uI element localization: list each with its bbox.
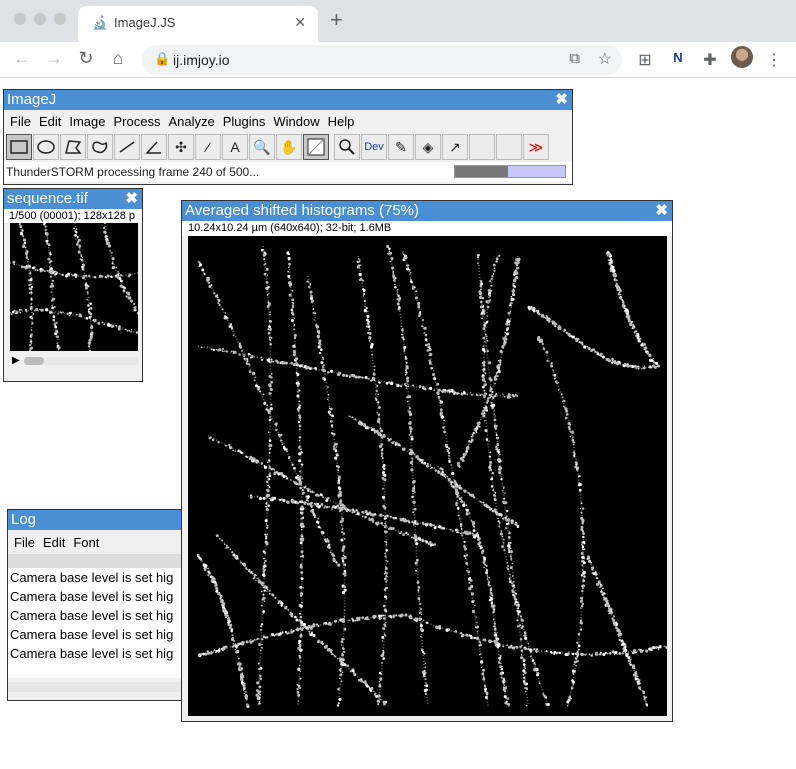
play-icon[interactable]: ▶ bbox=[12, 355, 20, 366]
menu-image[interactable]: Image bbox=[65, 114, 109, 129]
hand-tool-icon[interactable]: ✋ bbox=[276, 134, 302, 160]
point-tool-icon[interactable]: ✣ bbox=[168, 134, 194, 160]
minimize-window-button[interactable] bbox=[34, 13, 46, 25]
tab-strip: 🔬 ImageJ.JS ✕ + bbox=[0, 0, 796, 42]
back-arrow-icon[interactable]: ← bbox=[10, 48, 34, 69]
log-text-area[interactable]: Camera base level is set hig Camera base… bbox=[8, 568, 186, 678]
frame-slider[interactable]: ▶ bbox=[4, 351, 142, 371]
open-external-icon[interactable]: ⧉ bbox=[569, 50, 580, 67]
menu-file[interactable]: File bbox=[6, 114, 35, 129]
menu-help[interactable]: Help bbox=[324, 114, 359, 129]
log-line: Camera base level is set hig bbox=[10, 570, 174, 585]
maximize-window-button[interactable] bbox=[54, 13, 66, 25]
imagej-menubar: File Edit Image Process Analyze Plugins … bbox=[4, 110, 572, 132]
imagej-title: ImageJ bbox=[7, 91, 57, 108]
search-tool-icon[interactable] bbox=[334, 134, 360, 160]
magnifier-tool-icon[interactable]: 🔍 bbox=[249, 134, 275, 160]
super-resolution-image bbox=[197, 244, 667, 708]
empty-tool-slot[interactable] bbox=[496, 134, 522, 160]
progress-fill bbox=[455, 166, 508, 177]
text-tool-icon[interactable]: A bbox=[222, 134, 248, 160]
imagej-main-window: ImageJ ✖ File Edit Image Process Analyze… bbox=[3, 89, 573, 185]
empty-tool-slot[interactable] bbox=[469, 134, 495, 160]
log-horizontal-scrollbar[interactable] bbox=[8, 682, 186, 692]
log-window: Log File Edit Font Camera base level is … bbox=[7, 509, 187, 701]
more-tools-icon[interactable]: ≫ bbox=[523, 134, 549, 160]
address-bar[interactable]: 🔒 ij.imjoy.io ⧉ ☆ bbox=[142, 45, 622, 75]
reload-icon[interactable]: ↻ bbox=[74, 48, 98, 69]
line-tool-icon[interactable] bbox=[114, 134, 140, 160]
profile-avatar[interactable] bbox=[731, 46, 753, 68]
dev-tool-button[interactable]: Dev bbox=[361, 134, 387, 160]
browser-window: 🔬 ImageJ.JS ✕ + ← → ↻ ⌂ 🔒 ij.imjoy.io ⧉ … bbox=[0, 0, 796, 769]
menu-plugins[interactable]: Plugins bbox=[219, 114, 270, 129]
averaged-titlebar[interactable]: Averaged shifted histograms (75%) ✖ bbox=[182, 201, 672, 221]
wand-tool-icon[interactable]: ⁄ bbox=[195, 134, 221, 160]
close-icon[interactable]: ✖ bbox=[555, 90, 568, 110]
menu-analyze[interactable]: Analyze bbox=[164, 114, 218, 129]
rectangle-tool-icon[interactable] bbox=[6, 134, 32, 160]
log-menu-font[interactable]: Font bbox=[69, 535, 103, 550]
sequence-titlebar[interactable]: sequence.tif ✖ bbox=[4, 189, 142, 209]
log-menu-edit[interactable]: Edit bbox=[39, 535, 69, 550]
averaged-title: Averaged shifted histograms (75%) bbox=[185, 202, 420, 219]
more-tools-label: ≫ bbox=[528, 138, 544, 155]
oval-tool-icon[interactable] bbox=[33, 134, 59, 160]
status-bar: ThunderSTORM processing frame 240 of 500… bbox=[4, 162, 572, 182]
log-separator bbox=[8, 554, 186, 568]
arrow-tool-icon[interactable]: ↗ bbox=[442, 134, 468, 160]
angle-tool-icon[interactable] bbox=[141, 134, 167, 160]
log-title: Log bbox=[11, 511, 37, 528]
screenshot-extension-icon[interactable]: ⊞ bbox=[634, 50, 656, 70]
log-titlebar[interactable]: Log bbox=[8, 510, 186, 530]
log-menu-file[interactable]: File bbox=[10, 535, 39, 550]
color-picker-tool-icon[interactable] bbox=[303, 134, 329, 160]
status-text: ThunderSTORM processing frame 240 of 500… bbox=[6, 165, 260, 179]
progress-bar bbox=[454, 165, 566, 178]
menu-edit[interactable]: Edit bbox=[35, 114, 65, 129]
close-window-button[interactable] bbox=[14, 13, 26, 25]
close-icon[interactable]: ✖ bbox=[125, 189, 138, 209]
sequence-image-window: sequence.tif ✖ 1/500 (00001); 128x128 p … bbox=[3, 188, 143, 382]
log-line: Camera base level is set hig bbox=[10, 627, 174, 642]
home-icon[interactable]: ⌂ bbox=[106, 48, 130, 69]
averaged-image-canvas[interactable] bbox=[188, 236, 667, 716]
freehand-tool-icon[interactable] bbox=[87, 134, 113, 160]
imagej-toolbar: ✣ ⁄ A 🔍 ✋ Dev ✎ ◈ ↗ ≫ bbox=[4, 132, 572, 162]
averaged-histograms-window: Averaged shifted histograms (75%) ✖ 10.2… bbox=[181, 200, 673, 722]
url-text[interactable]: ij.imjoy.io bbox=[173, 52, 230, 68]
tab-title: ImageJ.JS bbox=[114, 15, 176, 30]
brush-tool-icon[interactable]: ✎ bbox=[388, 134, 414, 160]
log-menubar: File Edit Font bbox=[8, 530, 186, 554]
microscope-icon: 🔬 bbox=[92, 15, 109, 30]
polygon-tool-icon[interactable] bbox=[60, 134, 86, 160]
close-tab-icon[interactable]: ✕ bbox=[294, 14, 306, 31]
menu-window[interactable]: Window bbox=[269, 114, 323, 129]
browser-tab[interactable]: 🔬 ImageJ.JS ✕ bbox=[78, 6, 318, 42]
new-tab-button[interactable]: + bbox=[330, 9, 343, 31]
close-icon[interactable]: ✖ bbox=[655, 201, 668, 221]
page-content: ImageJ ✖ File Edit Image Process Analyze… bbox=[0, 79, 796, 769]
lock-icon[interactable]: 🔒 bbox=[154, 51, 170, 67]
n-extension-icon[interactable]: N bbox=[667, 50, 689, 65]
averaged-info: 10.24x10.24 µm (640x640); 32-bit; 1.6MB bbox=[182, 221, 672, 236]
menu-process[interactable]: Process bbox=[110, 114, 165, 129]
imagej-titlebar[interactable]: ImageJ ✖ bbox=[4, 90, 572, 110]
browser-toolbar: ← → ↻ ⌂ 🔒 ij.imjoy.io ⧉ ☆ ⊞ N ✚ ⋮ bbox=[0, 42, 796, 78]
frame-slider-thumb[interactable] bbox=[24, 357, 44, 365]
forward-arrow-icon[interactable]: → bbox=[42, 48, 66, 69]
log-line: Camera base level is set hig bbox=[10, 589, 174, 604]
sequence-info: 1/500 (00001); 128x128 p bbox=[4, 209, 142, 223]
dev-tool-label: Dev bbox=[364, 141, 384, 153]
sequence-image bbox=[10, 223, 138, 351]
sequence-title: sequence.tif bbox=[7, 190, 88, 207]
puzzle-extensions-icon[interactable]: ✚ bbox=[699, 50, 721, 70]
more-menu-icon[interactable]: ⋮ bbox=[763, 50, 785, 70]
bookmark-star-icon[interactable]: ☆ bbox=[598, 49, 612, 69]
log-line: Camera base level is set hig bbox=[10, 646, 174, 661]
log-line: Camera base level is set hig bbox=[10, 608, 174, 623]
fill-tool-icon[interactable]: ◈ bbox=[415, 134, 441, 160]
sequence-image-canvas[interactable] bbox=[10, 223, 138, 351]
